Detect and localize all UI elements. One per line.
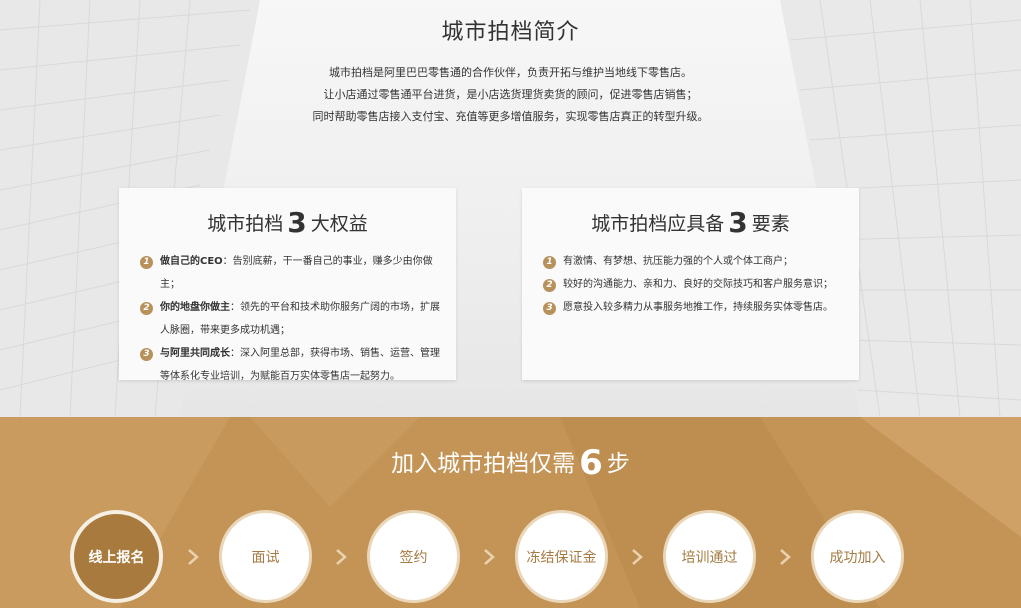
requirements-title-pre: 城市拍档应具备 [591, 213, 725, 235]
list-item: 1 做自己的CEO：告别底薪，干一番自己的事业，赚多少由你做主； [140, 250, 442, 296]
chevron-right-icon [186, 548, 200, 566]
chevron-right-icon [482, 548, 496, 566]
number-badge: 3 [140, 348, 153, 361]
requirements-title-number: 3 [728, 206, 748, 239]
join-title-number: 6 [579, 443, 603, 483]
benefit-heading: 与阿里共同成长 [160, 348, 230, 359]
number-badge: 3 [543, 302, 556, 315]
requirements-title-post: 要素 [751, 213, 790, 235]
intro-section: 城市拍档简介 城市拍档是阿里巴巴零售通的合作伙伴，负责开拓与维护当地线下零售店。… [0, 0, 1021, 417]
benefits-title-number: 3 [287, 206, 307, 239]
benefits-card: 城市拍档 3 大权益 1 做自己的CEO：告别底薪，干一番自己的事业，赚多少由你做主… [119, 188, 456, 382]
list-item: 1 有激情、有梦想、抗压能力强的个人或个体工商户； [543, 250, 845, 273]
step-freeze-deposit[interactable]: 冻结保证金 [515, 510, 608, 603]
chevron-right-icon [778, 548, 792, 566]
benefits-list: 1 做自己的CEO：告别底薪，干一番自己的事业，赚多少由你做主； 2 你的地盘你… [140, 250, 442, 388]
requirement-text: 愿意投入较多精力从事服务地推工作，持续服务实体零售店。 [563, 302, 833, 313]
list-item: 2 较好的沟通能力、亲和力、良好的交际技巧和客户服务意识； [543, 273, 845, 296]
benefit-heading: 你的地盘你做主 [160, 302, 230, 313]
benefits-title-post: 大权益 [310, 213, 368, 235]
benefits-title: 城市拍档 3 大权益 [119, 206, 456, 239]
join-title: 加入城市拍档仅需 6 步 [0, 443, 1021, 483]
intro-line: 同时帮助零售店接入支付宝、充值等更多增值服务，实现零售店真正的转型升级。 [312, 110, 709, 123]
step-sign-contract[interactable]: 签约 [367, 510, 460, 603]
step-online-signup[interactable]: 线上报名 [70, 510, 163, 603]
join-steps-section: 加入城市拍档仅需 6 步 线上报名 面试 签约 冻结保证金 培训通过 成功加入 [0, 417, 1021, 608]
requirement-text: 有激情、有梦想、抗压能力强的个人或个体工商户； [563, 256, 793, 267]
number-badge: 1 [140, 256, 153, 269]
list-item: 3 与阿里共同成长：深入阿里总部，获得市场、销售、运营、管理等体系化专业培训，为… [140, 342, 442, 388]
requirements-title: 城市拍档应具备 3 要素 [522, 206, 859, 239]
step-pass-training[interactable]: 培训通过 [663, 510, 756, 603]
number-badge: 2 [543, 279, 556, 292]
chevron-right-icon [630, 548, 644, 566]
requirements-card: 城市拍档应具备 3 要素 1 有激情、有梦想、抗压能力强的个人或个体工商户； 2 较… [522, 188, 859, 380]
chevron-right-icon [334, 548, 348, 566]
list-item: 2 你的地盘你做主：领先的平台和技术助你服务广阔的市场，扩展人脉圈，带来更多成功… [140, 296, 442, 342]
benefit-heading: 做自己的CEO [160, 256, 223, 267]
steps-row: 线上报名 面试 签约 冻结保证金 培训通过 成功加入 [0, 507, 1021, 608]
join-title-pre: 加入城市拍档仅需 [391, 451, 576, 477]
step-interview[interactable]: 面试 [219, 510, 312, 603]
step-join-success[interactable]: 成功加入 [811, 510, 904, 603]
intro-line: 城市拍档是阿里巴巴零售通的合作伙伴，负责开拓与维护当地线下零售店。 [329, 66, 692, 79]
requirements-list: 1 有激情、有梦想、抗压能力强的个人或个体工商户； 2 较好的沟通能力、亲和力、… [543, 250, 845, 319]
requirement-text: 较好的沟通能力、亲和力、良好的交际技巧和客户服务意识； [563, 279, 833, 290]
number-badge: 2 [140, 302, 153, 315]
number-badge: 1 [543, 256, 556, 269]
join-title-post: 步 [606, 451, 630, 477]
intro-line: 让小店通过零售通平台进货，是小店选货理货卖货的顾问，促进零售店销售； [323, 88, 698, 101]
intro-description: 城市拍档是阿里巴巴零售通的合作伙伴，负责开拓与维护当地线下零售店。 让小店通过零… [0, 62, 1021, 128]
benefits-title-pre: 城市拍档 [207, 213, 284, 235]
list-item: 3 愿意投入较多精力从事服务地推工作，持续服务实体零售店。 [543, 296, 845, 319]
page-title: 城市拍档简介 [441, 20, 580, 45]
